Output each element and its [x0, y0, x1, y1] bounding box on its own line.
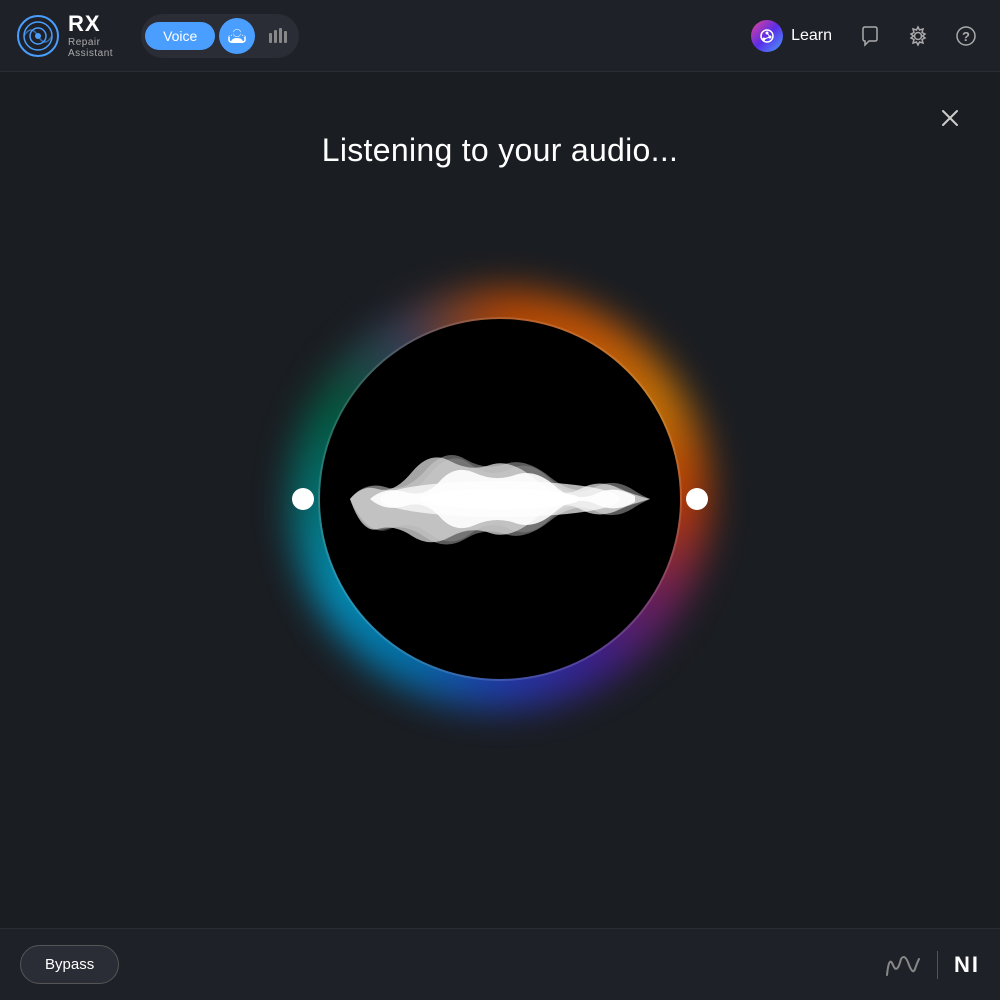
visualizer-area: [270, 269, 730, 729]
logo-sub-line2: Assistant: [68, 48, 113, 59]
gear-icon: [907, 25, 929, 47]
settings-icon-button[interactable]: [900, 18, 936, 54]
chat-icon-button[interactable]: [852, 18, 888, 54]
logo-text: RX Repair Assistant: [68, 12, 113, 58]
voice-head-icon: [227, 26, 247, 46]
svg-text:?: ?: [962, 29, 970, 44]
close-button[interactable]: [932, 100, 968, 136]
chat-icon: [859, 25, 881, 47]
right-handle-dot[interactable]: [686, 488, 708, 510]
help-icon: ?: [955, 25, 977, 47]
inner-circle: [320, 319, 680, 679]
logo-area: RX Repair Assistant: [16, 12, 113, 58]
logo-sub-line1: Repair: [68, 37, 113, 48]
instrument-icon-button[interactable]: [259, 18, 295, 54]
learn-icon: [751, 20, 783, 52]
footer-divider: [937, 951, 938, 979]
waveform-svg: [350, 429, 650, 569]
app-footer: Bypass NI: [0, 928, 1000, 1000]
app-header: RX Repair Assistant Voice: [0, 0, 1000, 72]
main-content: Listening to your audio...: [0, 72, 1000, 1000]
logo-rx: RX: [68, 12, 113, 36]
voice-icon-button[interactable]: [219, 18, 255, 54]
bypass-button[interactable]: Bypass: [20, 945, 119, 984]
mode-toggle: Voice: [141, 14, 299, 58]
footer-right: NI: [885, 951, 980, 979]
listening-title: Listening to your audio...: [322, 132, 678, 169]
help-icon-button[interactable]: ?: [948, 18, 984, 54]
left-handle-dot[interactable]: [292, 488, 314, 510]
learn-area[interactable]: Learn: [751, 20, 832, 52]
ni-squiggle-icon: [885, 951, 921, 979]
learn-inner-icon: [759, 28, 775, 44]
voice-mode-button[interactable]: Voice: [145, 22, 215, 50]
close-icon: [940, 108, 960, 128]
ni-logo-text: NI: [954, 952, 980, 978]
rx-logo-icon: [16, 14, 60, 58]
learn-label: Learn: [791, 27, 832, 45]
instrument-icon: [266, 25, 288, 47]
